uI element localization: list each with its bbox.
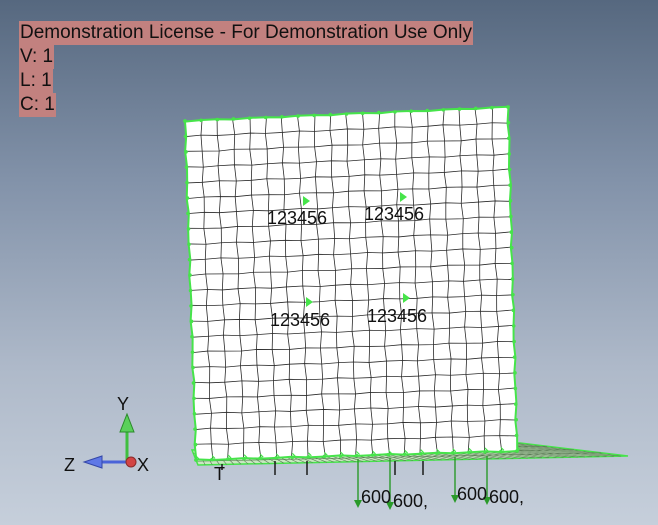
mesh-node <box>189 304 193 308</box>
mesh-node <box>510 277 515 281</box>
mesh-node <box>509 245 514 250</box>
load-label: 600 <box>457 484 487 504</box>
mesh-node <box>506 120 511 125</box>
mesh-node <box>183 134 188 139</box>
mesh-node <box>187 257 192 262</box>
mesh-node <box>506 105 510 109</box>
z-axis-arrow-icon <box>82 455 103 469</box>
mesh-node <box>274 455 279 460</box>
coordinate-triad: Y Z X <box>64 394 149 475</box>
mesh-node <box>434 451 439 456</box>
mesh-node <box>490 105 494 110</box>
mesh-node <box>386 452 391 457</box>
mesh-node <box>183 119 187 123</box>
mesh-node <box>513 402 518 406</box>
mesh-node <box>509 214 513 219</box>
mesh-node <box>226 457 230 461</box>
constraint-label: 123456 <box>367 306 427 326</box>
y-axis-arrow-icon <box>119 412 135 433</box>
mesh-node <box>189 319 194 324</box>
mesh-node <box>290 455 295 460</box>
constraint-label: 123456 <box>270 310 330 330</box>
mesh-node <box>483 450 487 454</box>
mesh-node <box>512 339 516 344</box>
constraint-label: 123456 <box>267 208 327 228</box>
constraint-label: 123456 <box>364 204 424 224</box>
mesh-node <box>192 411 197 416</box>
graphics-viewport[interactable]: 123456 123456 123456 123456 T 600 600, 6… <box>0 0 658 525</box>
mesh-node <box>507 167 512 172</box>
mesh-node <box>188 273 192 277</box>
mesh-node <box>186 211 190 216</box>
mesh-node <box>242 456 246 461</box>
triad-y-label: Y <box>117 394 129 414</box>
mesh-node <box>354 453 359 458</box>
base-label: T <box>214 464 225 484</box>
mesh-node <box>231 117 236 121</box>
mesh-node <box>473 106 478 111</box>
mesh-node <box>194 458 198 462</box>
mesh-node <box>507 136 511 141</box>
mesh-node <box>514 417 518 422</box>
mesh-node <box>190 334 194 339</box>
mesh-node <box>467 450 471 455</box>
mesh-node <box>210 457 214 462</box>
mesh-node <box>322 454 327 459</box>
mesh-node <box>185 196 190 200</box>
mesh-node <box>338 454 343 458</box>
viewport-info-overlay: Demonstration License - For Demonstratio… <box>19 21 473 117</box>
mesh-node <box>185 180 189 185</box>
triad-x-label: X <box>137 455 149 475</box>
mesh-node <box>513 371 517 375</box>
load-label: 600, <box>489 487 524 507</box>
mesh-node <box>451 451 455 455</box>
mesh-node <box>418 451 423 456</box>
mesh-node <box>190 350 195 354</box>
mesh-node <box>258 456 263 461</box>
mesh-node <box>187 242 191 247</box>
mesh-node <box>513 386 518 391</box>
mesh-node <box>199 118 203 123</box>
mesh-node <box>512 355 517 359</box>
mesh-node <box>509 230 514 234</box>
mesh-node <box>184 165 189 170</box>
license-banner: Demonstration License - For Demonstratio… <box>19 21 473 45</box>
curve-count: C: 1 <box>19 93 56 117</box>
mesh-node <box>184 150 188 154</box>
triad-z-label: Z <box>64 455 75 475</box>
load-label: 600 <box>361 487 391 507</box>
mesh-node <box>402 452 407 456</box>
load-label: 600, <box>393 491 428 511</box>
mesh-node <box>507 152 512 156</box>
mesh-node <box>192 396 196 401</box>
mesh-node <box>514 433 519 438</box>
mesh-node <box>193 442 198 447</box>
mesh-node <box>515 449 519 453</box>
mesh-node <box>511 308 516 313</box>
wall-plate-mesh[interactable] <box>183 105 521 462</box>
vertex-count: V: 1 <box>19 45 55 69</box>
mesh-node <box>508 183 512 187</box>
x-axis-origin-icon <box>125 456 137 468</box>
mesh-node <box>306 455 311 459</box>
mesh-node <box>186 227 191 231</box>
mesh-node <box>191 365 195 370</box>
mesh-node <box>508 199 513 203</box>
mesh-node <box>191 381 196 385</box>
mesh-node <box>188 288 193 293</box>
line-count: L: 1 <box>19 69 53 93</box>
mesh-node <box>511 292 515 297</box>
mesh-node <box>370 453 375 457</box>
mesh-node <box>499 449 503 454</box>
mesh-node <box>215 117 220 122</box>
mesh-node <box>193 427 197 431</box>
mesh-node <box>511 324 516 328</box>
mesh-node <box>510 261 514 266</box>
